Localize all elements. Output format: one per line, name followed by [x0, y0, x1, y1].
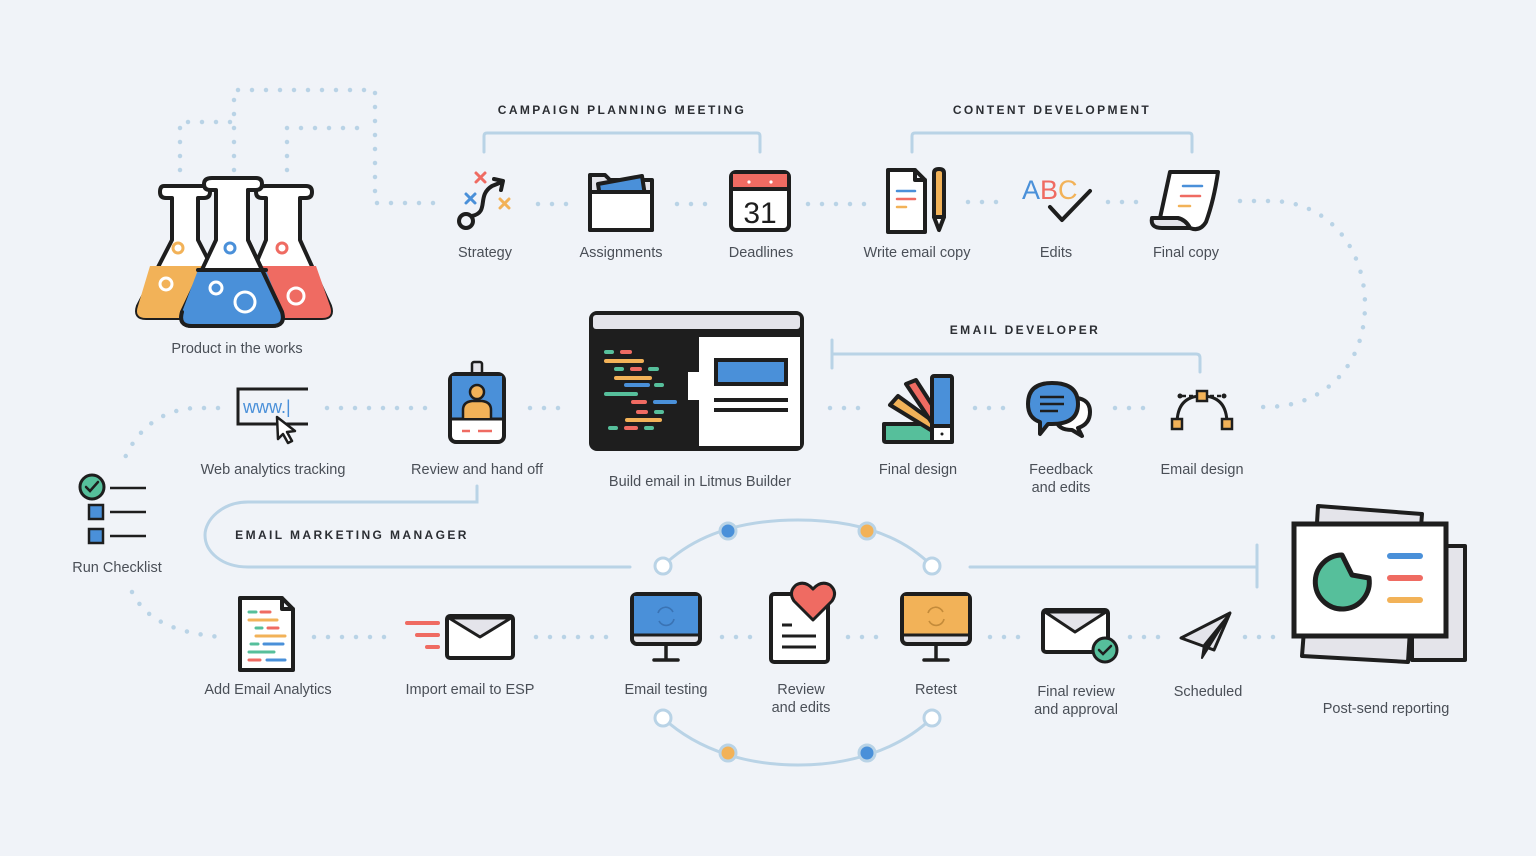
litmus-builder-icon: [589, 311, 804, 451]
step-scheduled: Scheduled: [1173, 684, 1243, 700]
step-email-design: Email design: [1160, 462, 1244, 478]
bezier-pen-icon: [1170, 389, 1234, 431]
document-heart-icon: [769, 581, 837, 664]
calendar-icon: 31: [729, 170, 791, 232]
section-bracket-content: [910, 131, 1194, 154]
testing-loop-node: [718, 743, 738, 763]
testing-loop-node: [922, 556, 942, 576]
www-glyph: www.|: [242, 397, 291, 417]
checklist-icon: [78, 473, 146, 545]
step-email-testing: Email testing: [624, 682, 708, 698]
testing-loop-node: [653, 708, 673, 728]
testing-loop-node: [857, 743, 877, 763]
section-email-developer: EMAIL DEVELOPER: [949, 323, 1101, 337]
id-badge-icon: [448, 360, 506, 444]
step-final-design: Final design: [878, 462, 958, 478]
section-email-marketing-manager: EMAIL MARKETING MANAGER: [235, 528, 469, 542]
strategy-icon: [457, 171, 511, 230]
step-final-copy: Final copy: [1152, 245, 1220, 261]
step-label-line: Final review: [1037, 684, 1115, 700]
section-bracket-developer: [830, 338, 1202, 374]
step-run-checklist: Run Checklist: [72, 560, 162, 576]
color-swatch-icon: [882, 374, 954, 444]
step-web-analytics-tracking: Web analytics tracking: [200, 462, 346, 478]
testing-loop-top: [661, 518, 934, 568]
testing-loop-node: [653, 556, 673, 576]
step-deadlines: Deadlines: [728, 245, 794, 261]
step-add-email-analytics: Add Email Analytics: [204, 682, 332, 698]
step-label-line: Feedback: [1029, 462, 1093, 478]
section-bracket-campaign: [482, 131, 762, 154]
envelope-sending-icon: [405, 614, 515, 660]
step-review-and-edits: Review and edits: [772, 681, 831, 717]
testing-loop-bottom: [661, 716, 934, 767]
step-post-send-reporting: Post-send reporting: [1322, 701, 1450, 717]
step-label-line: Review: [777, 682, 825, 698]
step-label-line: and edits: [1031, 480, 1091, 496]
testing-loop-node: [857, 521, 877, 541]
testing-loop-node: [718, 521, 738, 541]
calendar-day: 31: [743, 197, 776, 230]
step-label-line: and approval: [1034, 702, 1118, 718]
report-presentation-icon: [1291, 504, 1467, 664]
testing-loop-node: [922, 708, 942, 728]
dotted-connector: [1237, 198, 1368, 410]
flasks-icon: [135, 176, 333, 328]
step-edits: Edits: [1039, 245, 1073, 261]
paper-plane-icon: [1179, 611, 1232, 659]
step-review-and-hand-off: Review and hand off: [411, 462, 543, 478]
folder-icon: [588, 173, 654, 232]
dotted-connector: [129, 589, 223, 640]
document-pencil-icon: [886, 167, 946, 234]
spellcheck-icon: ABC: [1022, 175, 1092, 222]
monitor-blue-icon: [630, 592, 702, 662]
step-final-review-and-approval: Final review and approval: [1034, 683, 1118, 719]
section-campaign-planning: CAMPAIGN PLANNING MEETING: [497, 103, 747, 117]
envelope-check-icon: [1041, 608, 1119, 664]
chat-bubbles-icon: [1026, 381, 1092, 438]
step-strategy: Strategy: [458, 245, 512, 261]
scroll-icon: [1149, 170, 1220, 232]
step-label-line: and edits: [771, 700, 831, 716]
step-retest: Retest: [915, 682, 957, 698]
section-content-development: CONTENT DEVELOPMENT: [952, 103, 1152, 117]
step-feedback-and-edits: Feedback and edits: [1029, 461, 1093, 497]
browser-url-icon: www.|: [236, 387, 308, 445]
workflow-diagram: .dots { fill: none; stroke: #b9d3e6; str…: [78, 87, 1467, 767]
code-document-icon: [238, 596, 295, 672]
step-import-email-to-esp: Import email to ESP: [405, 682, 535, 698]
abc-glyph: ABC: [1022, 175, 1078, 205]
dotted-connector: [119, 405, 221, 468]
step-write-email-copy: Write email copy: [863, 245, 971, 261]
monitor-orange-icon: [900, 592, 972, 662]
step-product-in-the-works: Product in the works: [171, 341, 303, 357]
step-build-email: Build email in Litmus Builder: [608, 474, 792, 490]
step-assignments: Assignments: [579, 245, 663, 261]
